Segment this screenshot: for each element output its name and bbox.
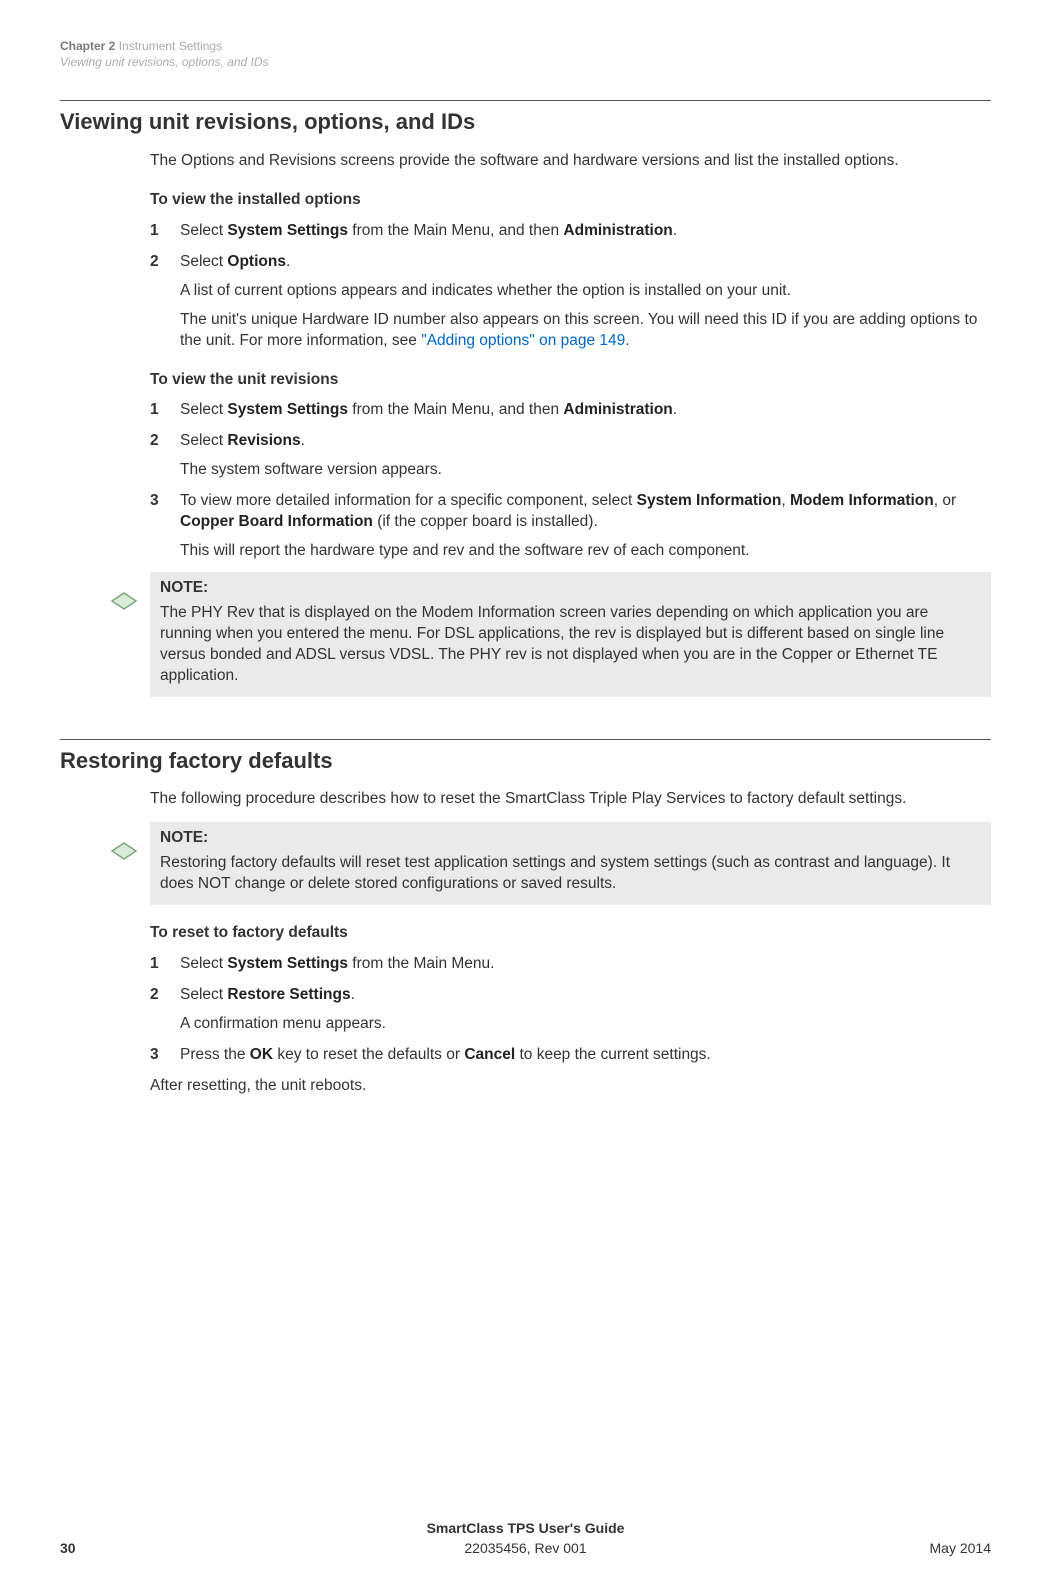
note-text: The PHY Rev that is displayed on the Mod… (160, 603, 981, 687)
list-item: 1 Select System Settings from the Main M… (150, 221, 991, 242)
chapter-label: Chapter 2 (60, 39, 115, 53)
cross-reference-link[interactable]: "Adding options" on page 149 (421, 332, 625, 349)
step-text: Select Revisions. The system software ve… (180, 431, 991, 481)
step-text: Select System Settings from the Main Men… (180, 954, 991, 975)
divider (60, 100, 991, 101)
page-footer: SmartClass TPS User's Guide 22035456, Re… (0, 1519, 1051, 1558)
step-number: 2 (150, 431, 180, 481)
intro-paragraph: The Options and Revisions screens provid… (150, 151, 991, 172)
list-item: 2 Select Revisions. The system software … (150, 431, 991, 481)
step-number: 2 (150, 985, 180, 1035)
running-section: Viewing unit revisions, options, and IDs (60, 54, 991, 70)
procedure-title: To view the installed options (150, 190, 991, 211)
step-text: Select Options. A list of current option… (180, 252, 991, 352)
note-label: NOTE: (160, 578, 981, 599)
step-text: Select Restore Settings. A confirmation … (180, 985, 991, 1035)
chapter-name: Instrument Settings (119, 39, 222, 53)
section-heading-viewing: Viewing unit revisions, options, and IDs (60, 107, 991, 137)
step-text: Select System Settings from the Main Men… (180, 221, 991, 242)
divider (60, 739, 991, 740)
list-item: 1 Select System Settings from the Main M… (150, 400, 991, 421)
step-number: 2 (150, 252, 180, 352)
note-label: NOTE: (160, 828, 981, 849)
footer-date: May 2014 (930, 1539, 991, 1558)
procedure-title: To view the unit revisions (150, 370, 991, 391)
list-item: 2 Select Restore Settings. A confirmatio… (150, 985, 991, 1035)
note-icon (110, 822, 150, 869)
footer-page-number: 30 (60, 1539, 76, 1558)
step-text: Press the OK key to reset the defaults o… (180, 1045, 991, 1066)
list-item: 2 Select Options. A list of current opti… (150, 252, 991, 352)
running-header: Chapter 2 Instrument Settings Viewing un… (60, 38, 991, 70)
step-number: 1 (150, 221, 180, 242)
step-number: 1 (150, 954, 180, 975)
procedure-title: To reset to factory defaults (150, 923, 991, 944)
step-number: 3 (150, 491, 180, 562)
step-text: To view more detailed information for a … (180, 491, 991, 562)
note-icon (110, 572, 150, 619)
note-callout: NOTE: Restoring factory defaults will re… (110, 822, 991, 905)
note-text: Restoring factory defaults will reset te… (160, 853, 981, 895)
step-number: 1 (150, 400, 180, 421)
note-callout: NOTE: The PHY Rev that is displayed on t… (110, 572, 991, 697)
list-item: 1 Select System Settings from the Main M… (150, 954, 991, 975)
outro-paragraph: After resetting, the unit reboots. (150, 1076, 991, 1097)
footer-guide-title: SmartClass TPS User's Guide (60, 1519, 991, 1539)
step-number: 3 (150, 1045, 180, 1066)
list-item: 3 To view more detailed information for … (150, 491, 991, 562)
list-item: 3 Press the OK key to reset the defaults… (150, 1045, 991, 1066)
step-text: Select System Settings from the Main Men… (180, 400, 991, 421)
intro-paragraph: The following procedure describes how to… (150, 789, 991, 810)
section-heading-restoring: Restoring factory defaults (60, 746, 991, 776)
